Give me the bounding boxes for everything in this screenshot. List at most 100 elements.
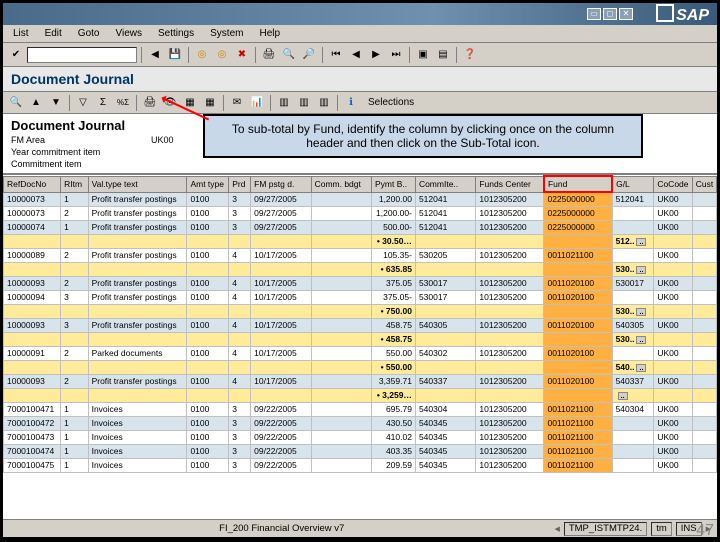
exit-icon[interactable]: ◎ (193, 46, 211, 64)
col-refdoc[interactable]: RefDocNo (4, 176, 61, 192)
menu-edit[interactable]: Edit (39, 27, 68, 40)
cancel-icon[interactable]: ◎ (213, 46, 231, 64)
cell (311, 318, 371, 332)
cell: 3 (229, 444, 251, 458)
table-row[interactable]: 70001004731Invoices0100309/22/2005410.02… (4, 430, 717, 444)
col-prd[interactable]: Prd (229, 176, 251, 192)
print-icon[interactable]: 🖨 (260, 46, 278, 64)
change-layout-icon[interactable]: ▥ (295, 94, 313, 112)
table-row[interactable]: 100000912Parked documents0100410/17/2005… (4, 346, 717, 360)
table-row[interactable]: 100000892Profit transfer postings0100410… (4, 248, 717, 262)
cell (415, 332, 475, 346)
minimize-button[interactable]: ▭ (587, 8, 601, 20)
col-fmpstg[interactable]: FM pstg d. (251, 176, 311, 192)
col-commitem[interactable]: CommIte.. (415, 176, 475, 192)
filter-icon[interactable]: ▽ (74, 94, 92, 112)
cell: Profit transfer postings (88, 248, 187, 262)
close-button[interactable]: ✕ (619, 8, 633, 20)
col-cocode[interactable]: CoCode (654, 176, 692, 192)
cell (612, 346, 654, 360)
col-cust[interactable]: Cust (692, 176, 716, 192)
col-pymtb[interactable]: Pymt B.. (372, 176, 416, 192)
menu-goto[interactable]: Goto (72, 27, 106, 40)
table-row[interactable]: 100000932Profit transfer postings0100410… (4, 374, 717, 388)
info-icon[interactable]: ℹ (342, 94, 360, 112)
excel-icon[interactable]: ▦ (201, 94, 219, 112)
command-input[interactable] (27, 47, 137, 63)
find-icon[interactable]: 🔍 (280, 46, 298, 64)
cell: 1012305200 (476, 318, 544, 332)
ok-icon[interactable]: ✔ (7, 46, 25, 64)
table-row[interactable]: 100000741Profit transfer postings0100309… (4, 220, 717, 234)
cell (612, 444, 654, 458)
cell (311, 276, 371, 290)
table-row[interactable]: 100000932Profit transfer postings0100410… (4, 276, 717, 290)
col-fund[interactable]: Fund (544, 176, 612, 192)
col-commbdg[interactable]: Comm. bdgt (311, 176, 371, 192)
cell: 09/22/2005 (251, 402, 311, 416)
table-row[interactable]: 100000943Profit transfer postings0100410… (4, 290, 717, 304)
table-row[interactable]: 70001004711Invoices0100309/22/2005695.79… (4, 402, 717, 416)
print-list-icon[interactable]: 🖨 (141, 94, 159, 112)
layout-icon[interactable]: ▥ (275, 94, 293, 112)
new-session-icon[interactable]: ▣ (414, 46, 432, 64)
sum-icon[interactable]: Σ (94, 94, 112, 112)
table-row[interactable]: 100000933Profit transfer postings0100410… (4, 318, 717, 332)
menu-help[interactable]: Help (253, 27, 286, 40)
col-valtype[interactable]: Val.type text (88, 176, 187, 192)
menu-list[interactable]: List (7, 27, 35, 40)
cell: UK00 (654, 346, 692, 360)
cell: 3 (229, 430, 251, 444)
details-icon[interactable]: 🔍 (7, 94, 25, 112)
cell (544, 304, 612, 318)
cell (654, 388, 692, 402)
cell: Parked documents (88, 346, 187, 360)
table-row[interactable]: 100000732Profit transfer postings0100309… (4, 206, 717, 220)
cell (654, 262, 692, 276)
mail-icon[interactable]: ✉ (228, 94, 246, 112)
cell (311, 262, 371, 276)
table-row[interactable]: 70001004741Invoices0100309/22/2005403.35… (4, 444, 717, 458)
find-next-icon[interactable]: 🔎 (300, 46, 318, 64)
table-row[interactable]: 70001004721Invoices0100309/22/2005430.50… (4, 416, 717, 430)
next-page-icon[interactable]: ▶ (367, 46, 385, 64)
cell: 3 (229, 416, 251, 430)
cell (61, 262, 88, 276)
cell: 1 (61, 458, 88, 472)
cell (612, 290, 654, 304)
cell (251, 388, 311, 402)
help-icon[interactable]: ❓ (461, 46, 479, 64)
table-row[interactable]: 70001004751Invoices0100309/22/2005209.59… (4, 458, 717, 472)
cell: 0100 (187, 248, 229, 262)
graphic-icon[interactable]: 📊 (248, 94, 266, 112)
subtotal-icon[interactable]: %Σ (114, 94, 132, 112)
cell: 1 (61, 402, 88, 416)
sort-asc-icon[interactable]: ▲ (27, 94, 45, 112)
sort-desc-icon[interactable]: ▼ (47, 94, 65, 112)
stop-icon[interactable]: ✖ (233, 46, 251, 64)
table-row[interactable]: 100000731Profit transfer postings0100309… (4, 192, 717, 206)
back-icon[interactable]: ◀ (146, 46, 164, 64)
nav-left-icon[interactable]: ◀ (554, 525, 559, 533)
save-icon[interactable]: 💾 (166, 46, 184, 64)
cell (4, 332, 61, 346)
cell: UK00 (654, 458, 692, 472)
last-page-icon[interactable]: ⏭ (387, 46, 405, 64)
col-amttype[interactable]: Amt type (187, 176, 229, 192)
col-gl[interactable]: G/L (612, 176, 654, 192)
cell: 09/27/2005 (251, 192, 311, 206)
shortcut-icon[interactable]: ▤ (434, 46, 452, 64)
menu-system[interactable]: System (204, 27, 249, 40)
data-grid[interactable]: RefDocNoRItmVal.type textAmt typePrdFM p… (3, 174, 717, 519)
save-layout-icon[interactable]: ▥ (315, 94, 333, 112)
menu-views[interactable]: Views (109, 27, 148, 40)
cell: 1012305200 (476, 220, 544, 234)
maximize-button[interactable]: ◻ (603, 8, 617, 20)
cell: Invoices (88, 444, 187, 458)
cell: 4 (229, 276, 251, 290)
menu-settings[interactable]: Settings (152, 27, 200, 40)
prev-page-icon[interactable]: ◀ (347, 46, 365, 64)
col-ritm[interactable]: RItm (61, 176, 88, 192)
col-fundscenter[interactable]: Funds Center (476, 176, 544, 192)
first-page-icon[interactable]: ⏮ (327, 46, 345, 64)
